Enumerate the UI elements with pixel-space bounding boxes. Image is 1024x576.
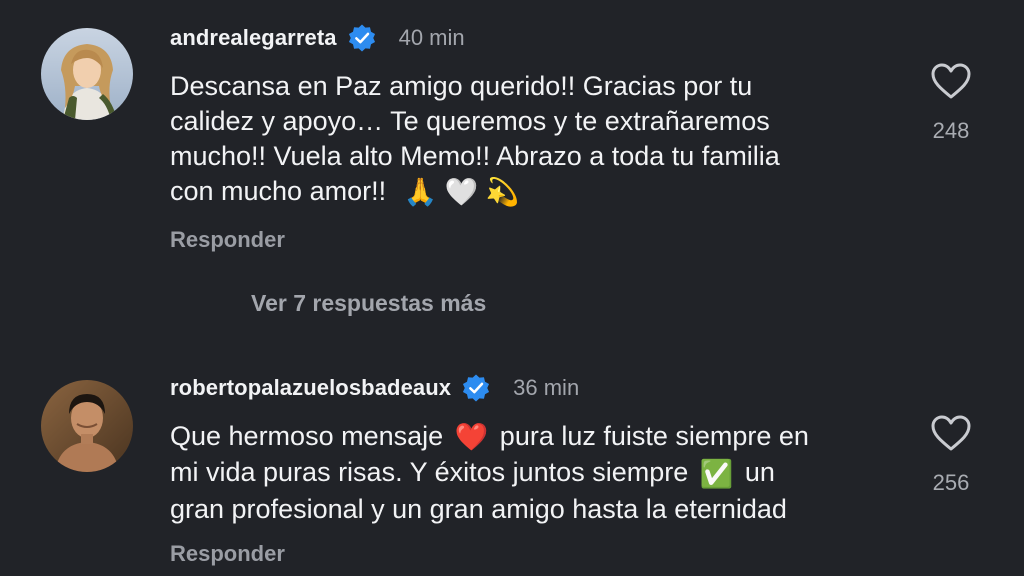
comment-text: Descansa en Paz amigo querido!! Gracias … [170, 69, 890, 210]
white-heart-emoji: 🤍 [444, 177, 479, 208]
comment-line-text: Que hermoso mensaje [170, 421, 444, 451]
comment-line: Descansa en Paz amigo querido!! Gracias … [170, 71, 753, 101]
comment-text: Que hermoso mensaje ❤️ pura luz fuiste s… [170, 419, 890, 527]
heart-icon[interactable] [926, 414, 976, 452]
username[interactable]: andrealegarreta [170, 25, 337, 51]
comment-line-text: mi vida puras risas. Y éxitos juntos sie… [170, 457, 689, 488]
view-more-replies-link[interactable]: Ver 7 respuestas más [251, 290, 486, 317]
comment-time: 40 min [398, 25, 465, 50]
verified-badge-icon [461, 373, 491, 403]
dizzy-emoji: 💫 [485, 177, 520, 208]
reply-button[interactable]: Responder [170, 227, 285, 253]
like-control: 256 [926, 414, 976, 496]
comment-line-last: con mucho amor!! 🙏 🤍 💫 [170, 174, 890, 210]
reply-button[interactable]: Responder [170, 541, 285, 567]
comment-line: mi vida puras risas. Y éxitos juntos sie… [170, 455, 890, 491]
folded-hands-emoji: 🙏 [403, 177, 438, 208]
heart-icon[interactable] [926, 62, 976, 100]
username[interactable]: robertopalazuelosbadeaux [170, 375, 451, 401]
comment-line-text: un [744, 457, 775, 488]
comment-time: 36 min [513, 375, 580, 400]
comment-header: andrealegarreta 40 min [170, 22, 465, 54]
check-mark-emoji: ✅ [699, 458, 734, 489]
verified-badge-icon [347, 23, 377, 53]
comment-line-text: pura luz fuiste siempre en [499, 421, 809, 451]
avatar-robertopalazuelosbadeaux[interactable] [41, 380, 133, 472]
like-count: 248 [932, 118, 970, 143]
comment-header: robertopalazuelosbadeaux 36 min [170, 372, 579, 404]
avatar-andrealegarreta[interactable] [41, 28, 133, 120]
comment-line: gran profesional y un gran amigo hasta l… [170, 493, 787, 524]
like-control: 248 [926, 62, 976, 144]
red-heart-emoji: ❤️ [454, 422, 489, 453]
like-count: 256 [932, 470, 970, 495]
comment-line: calidez y apoyo… Te queremos y te extrañ… [170, 106, 770, 136]
comment-line-text: con mucho amor!! [170, 176, 387, 206]
comment-line: Que hermoso mensaje ❤️ pura luz fuiste s… [170, 419, 890, 455]
comment-line: mucho!! Vuela alto Memo!! Abrazo a toda … [170, 141, 780, 171]
